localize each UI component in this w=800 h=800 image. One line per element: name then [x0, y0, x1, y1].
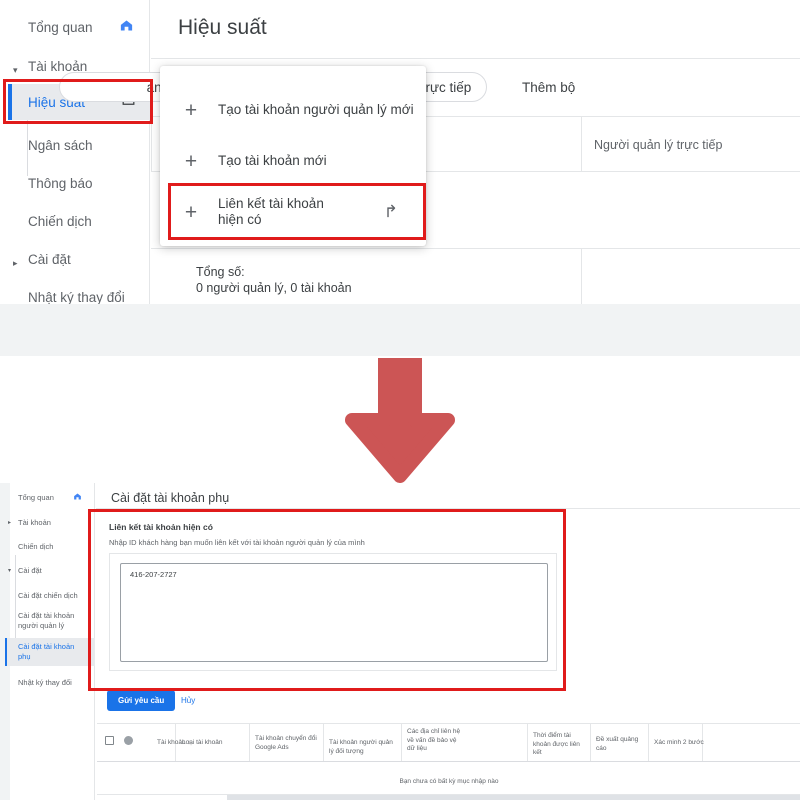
- sidebar-item-cai-dat-tai-khoan-phu[interactable]: Cài đặt tài khoản phụ: [5, 638, 95, 666]
- bottom-sidebar: Tổng quan ▸ Tài khoản Chiến dịch ▾ Cài đ…: [0, 483, 95, 800]
- active-indicator-bar: [5, 638, 7, 666]
- table-col-divider: [323, 724, 324, 761]
- home-icon: [119, 18, 134, 36]
- table-column-header-ad-suggestions[interactable]: Đề xuất quảng cáo: [596, 736, 642, 753]
- sidebar-item-label: Tổng quan: [28, 19, 93, 35]
- submit-request-button[interactable]: Gửi yêu cầu: [107, 690, 176, 711]
- sidebar-item-label: Tài khoản: [18, 518, 51, 527]
- sidebar-bottom-band: [0, 304, 151, 356]
- sidebar-item-label: Cài đặt chiến dịch: [18, 591, 78, 600]
- bottom-panel-subaccount-settings: Tổng quan ▸ Tài khoản Chiến dịch ▾ Cài đ…: [0, 483, 800, 800]
- top-sidebar: Tổng quan ▾ Tài khoản Hiệu suất Ngân sác…: [0, 0, 151, 356]
- table-column-header-audience-manager[interactable]: Tài khoản người quản lý đối tượng: [329, 739, 397, 756]
- home-icon: [73, 492, 82, 504]
- sidebar-item-cai-dat-tai-khoan-nguoi-quan-ly[interactable]: Cài đặt tài khoản người quản lý: [0, 608, 95, 634]
- menu-item-tao-tai-khoan-nguoi-quan-ly-moi[interactable]: + Tạo tài khoản người quản lý mới: [160, 90, 426, 130]
- down-arrow-icon: [345, 358, 455, 483]
- plus-icon: +: [184, 149, 198, 173]
- table-column-header-manager[interactable]: Người quản lý trực tiếp: [594, 138, 722, 152]
- sidebar-item-ngan-sach[interactable]: Ngân sách: [0, 126, 150, 164]
- cancel-button[interactable]: Hủy: [175, 690, 201, 711]
- customer-id-textarea[interactable]: [120, 563, 548, 662]
- add-filter-label: Thêm bộ: [522, 79, 576, 95]
- card-subtitle: Nhập ID khách hàng bạn muốn liên kết với…: [109, 538, 365, 547]
- sidebar-item-label: Cài đặt tài khoản người quản lý: [18, 611, 75, 630]
- table-col-divider: [648, 724, 649, 761]
- plus-icon: +: [184, 98, 198, 122]
- sidebar-item-label: Cài đặt: [18, 566, 42, 575]
- menu-item-lien-ket-tai-khoan-hien-co[interactable]: + Liên kết tài khoản hiện có ↱: [160, 188, 426, 236]
- table-bottom-band: [151, 304, 800, 356]
- page-title: Cài đặt tài khoản phụ: [111, 491, 230, 505]
- sidebar-item-tai-khoan[interactable]: ▸ Tài khoản: [0, 513, 95, 533]
- linked-accounts-table: Tài khoản ↑ Loại tài khoản Tài khoản chu…: [97, 723, 800, 800]
- sidebar-item-label: Cài đặt tài khoản phụ: [18, 642, 75, 661]
- active-indicator-bar: [8, 84, 12, 120]
- table-column-header-google-ads-conversion[interactable]: Tài khoản chuyển đổi Google Ads: [255, 735, 317, 752]
- sidebar-item-label: Nhật ký thay đổi: [28, 289, 125, 305]
- sidebar-item-thong-bao[interactable]: Thông báo: [0, 164, 150, 202]
- textarea-wrapper: [109, 553, 557, 671]
- table-col-divider: [249, 724, 250, 761]
- table-header-top-line: [97, 723, 800, 724]
- card-title: Liên kết tài khoản hiện có: [109, 522, 213, 532]
- screenshot-root: Tổng quan ▾ Tài khoản Hiệu suất Ngân sác…: [0, 0, 800, 800]
- table-total-value: 0 người quản lý, 0 tài khoản: [196, 281, 352, 295]
- sidebar-item-tong-quan[interactable]: Tổng quan: [0, 8, 150, 46]
- table-col-divider: [151, 116, 152, 171]
- sidebar-item-label: Thông báo: [28, 175, 93, 191]
- table-column-header-account-type[interactable]: Loại tài khoản: [182, 739, 244, 748]
- sidebar-item-label: Cài đặt: [28, 251, 71, 267]
- total-row-top-line: [151, 248, 800, 249]
- select-all-checkbox[interactable]: [105, 736, 114, 745]
- top-panel-performance: Tổng quan ▾ Tài khoản Hiệu suất Ngân sác…: [0, 0, 800, 356]
- sidebar-item-tong-quan[interactable]: Tổng quan: [0, 488, 95, 508]
- table-total-label: Tổng số:: [196, 265, 245, 279]
- menu-item-tao-tai-khoan-moi[interactable]: + Tạo tài khoản mới: [160, 141, 426, 181]
- table-header-bottom-line: [97, 761, 800, 762]
- sidebar-item-cai-dat[interactable]: ▸ Cài đặt: [0, 240, 150, 278]
- header-divider: [96, 508, 800, 509]
- bottom-main-content: Cài đặt tài khoản phụ Liên kết tài khoản…: [96, 483, 800, 800]
- sidebar-item-label: Tổng quan: [18, 493, 54, 502]
- header-divider: [151, 58, 800, 59]
- table-col-divider: [581, 116, 582, 171]
- horizontal-scrollbar[interactable]: [227, 795, 800, 800]
- menu-item-label: Liên kết tài khoản hiện có: [218, 196, 324, 227]
- plus-icon: +: [184, 200, 198, 224]
- sidebar-item-label: Ngân sách: [28, 137, 93, 153]
- caret-down-icon: ▾: [8, 568, 12, 574]
- sidebar-item-chien-dich[interactable]: Chiến dịch: [0, 202, 150, 240]
- table-empty-message: Bạn chưa có bất kỳ mục nhập nào: [399, 778, 499, 785]
- sidebar-item-cai-dat-chien-dich[interactable]: Cài đặt chiến dịch: [0, 586, 95, 606]
- sidebar-item-nhat-ky-thay-doi[interactable]: Nhật ký thay đổi: [0, 673, 95, 693]
- link-existing-account-card: Liên kết tài khoản hiện có Nhập ID khách…: [97, 511, 569, 680]
- status-indicator-icon: [124, 736, 133, 745]
- add-filter-button[interactable]: Thêm bộ: [522, 72, 575, 102]
- caret-right-icon: ▸: [8, 520, 12, 526]
- table-total-block: Tổng số: 0 người quản lý, 0 tài khoản: [196, 264, 352, 296]
- sidebar-item-label: Chiến dịch: [28, 213, 92, 229]
- sidebar-item-label: Chiến dịch: [18, 542, 54, 551]
- page-title: Hiệu suất: [178, 16, 267, 39]
- menu-item-label: Tạo tài khoản mới: [218, 153, 327, 168]
- create-account-dropdown-menu: + Tạo tài khoản người quản lý mới + Tạo …: [160, 66, 426, 246]
- menu-item-label: Tạo tài khoản người quản lý mới: [218, 102, 414, 117]
- table-col-divider: [527, 724, 528, 761]
- total-row-divider: [581, 248, 582, 304]
- sidebar-item-chien-dich[interactable]: Chiến dịch: [0, 537, 95, 557]
- external-link-arrow-icon: ↱: [383, 202, 398, 221]
- table-column-header-data-protection-contacts[interactable]: Các địa chỉ liên hệ về vấn đề bảo vệ dữ …: [407, 728, 463, 754]
- table-column-header-two-step-verification[interactable]: Xác minh 2 bước: [654, 739, 716, 748]
- sidebar-item-label: Nhật ký thay đổi: [18, 678, 72, 687]
- sidebar-item-cai-dat[interactable]: ▾ Cài đặt: [0, 561, 95, 581]
- table-col-divider: [590, 724, 591, 761]
- table-column-header-link-time[interactable]: Thời điểm tài khoản được liên kết: [533, 732, 585, 758]
- table-col-divider: [401, 724, 402, 761]
